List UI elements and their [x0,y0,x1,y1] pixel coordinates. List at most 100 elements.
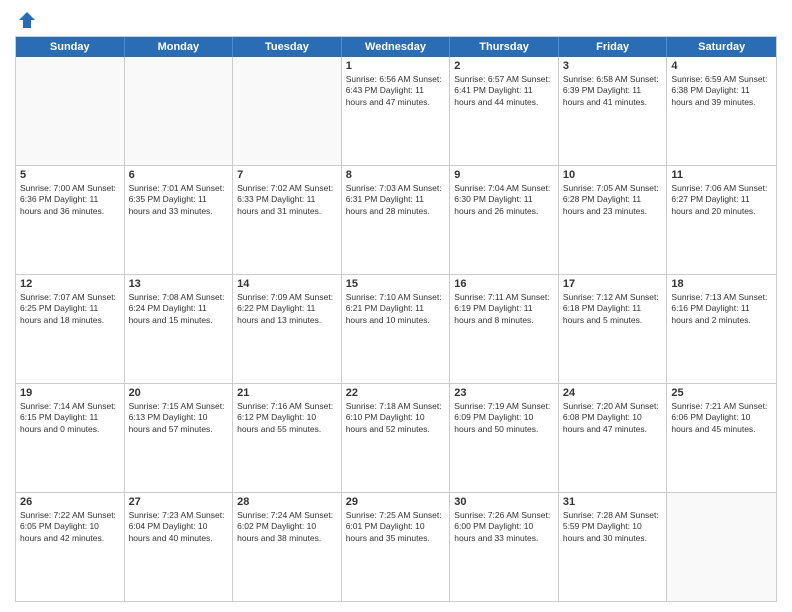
calendar-cell: 24 Sunrise: 7:20 AM Sunset: 6:08 PM Dayli… [559,384,668,492]
calendar-cell: 14 Sunrise: 7:09 AM Sunset: 6:22 PM Dayli… [233,275,342,383]
header [15,10,777,30]
calendar-row-1: 5 Sunrise: 7:00 AM Sunset: 6:36 PM Daylig… [16,166,776,275]
calendar-cell: 31Sunrise: 7:28 AM Sunset: 5:59 PM Dayli… [559,493,668,601]
day-number: 10 [563,169,663,181]
day-number: 29 [346,496,446,508]
day-number: 9 [454,169,554,181]
cell-text: Sunrise: 7:25 AM Sunset: 6:01 PM Dayligh… [346,510,446,544]
calendar-cell: 20 Sunrise: 7:15 AM Sunset: 6:13 PM Dayli… [125,384,234,492]
cell-text: Sunrise: 7:07 AM Sunset: 6:25 PM Dayligh… [20,292,120,326]
day-number: 23 [454,387,554,399]
cell-text: Sunrise: 7:24 AM Sunset: 6:02 PM Dayligh… [237,510,337,544]
day-number: 22 [346,387,446,399]
calendar-cell: 15Sunrise: 7:10 AM Sunset: 6:21 PM Dayli… [342,275,451,383]
cell-text: Sunrise: 7:16 AM Sunset: 6:12 PM Dayligh… [237,401,337,435]
calendar-cell [667,493,776,601]
cell-text: Sunrise: 7:13 AM Sunset: 6:16 PM Dayligh… [671,292,772,326]
cell-text: Sunrise: 6:58 AM Sunset: 6:39 PM Dayligh… [563,74,663,108]
header-cell-friday: Friday [559,37,668,57]
calendar-cell: 27 Sunrise: 7:23 AM Sunset: 6:04 PM Dayli… [125,493,234,601]
cell-text: Sunrise: 7:08 AM Sunset: 6:24 PM Dayligh… [129,292,229,326]
cell-text: Sunrise: 7:20 AM Sunset: 6:08 PM Dayligh… [563,401,663,435]
day-number: 26 [20,496,120,508]
day-number: 20 [129,387,229,399]
calendar-cell: 8 Sunrise: 7:03 AM Sunset: 6:31 PM Daylig… [342,166,451,274]
calendar-cell: 3 Sunrise: 6:58 AM Sunset: 6:39 PM Daylig… [559,57,668,165]
calendar-cell: 11Sunrise: 7:06 AM Sunset: 6:27 PM Dayli… [667,166,776,274]
day-number: 2 [454,60,554,72]
cell-text: Sunrise: 7:14 AM Sunset: 6:15 PM Dayligh… [20,401,120,435]
calendar-cell: 23 Sunrise: 7:19 AM Sunset: 6:09 PM Dayli… [450,384,559,492]
day-number: 27 [129,496,229,508]
day-number: 4 [671,60,772,72]
cell-text: Sunrise: 7:02 AM Sunset: 6:33 PM Dayligh… [237,183,337,217]
calendar-header-row: SundayMondayTuesdayWednesdayThursdayFrid… [16,37,776,57]
cell-text: Sunrise: 7:21 AM Sunset: 6:06 PM Dayligh… [671,401,772,435]
cell-text: Sunrise: 7:22 AM Sunset: 6:05 PM Dayligh… [20,510,120,544]
cell-text: Sunrise: 6:57 AM Sunset: 6:41 PM Dayligh… [454,74,554,108]
logo-icon [17,10,37,30]
calendar-body: 1 Sunrise: 6:56 AM Sunset: 6:43 PM Daylig… [16,57,776,601]
calendar-cell: 22 Sunrise: 7:18 AM Sunset: 6:10 PM Dayli… [342,384,451,492]
cell-text: Sunrise: 7:03 AM Sunset: 6:31 PM Dayligh… [346,183,446,217]
cell-text: Sunrise: 7:09 AM Sunset: 6:22 PM Dayligh… [237,292,337,326]
day-number: 16 [454,278,554,290]
header-cell-sunday: Sunday [16,37,125,57]
calendar-cell: 6 Sunrise: 7:01 AM Sunset: 6:35 PM Daylig… [125,166,234,274]
calendar-cell [125,57,234,165]
cell-text: Sunrise: 7:18 AM Sunset: 6:10 PM Dayligh… [346,401,446,435]
day-number: 25 [671,387,772,399]
calendar-cell: 18Sunrise: 7:13 AM Sunset: 6:16 PM Dayli… [667,275,776,383]
day-number: 15 [346,278,446,290]
day-number: 3 [563,60,663,72]
day-number: 6 [129,169,229,181]
day-number: 7 [237,169,337,181]
calendar-cell: 16 Sunrise: 7:11 AM Sunset: 6:19 PM Dayli… [450,275,559,383]
cell-text: Sunrise: 7:23 AM Sunset: 6:04 PM Dayligh… [129,510,229,544]
day-number: 12 [20,278,120,290]
day-number: 11 [671,169,772,181]
cell-text: Sunrise: 7:05 AM Sunset: 6:28 PM Dayligh… [563,183,663,217]
calendar-cell: 17Sunrise: 7:12 AM Sunset: 6:18 PM Dayli… [559,275,668,383]
calendar-row-2: 12 Sunrise: 7:07 AM Sunset: 6:25 PM Dayli… [16,275,776,384]
calendar-cell: 30Sunrise: 7:26 AM Sunset: 6:00 PM Dayli… [450,493,559,601]
header-cell-wednesday: Wednesday [342,37,451,57]
calendar-cell: 26 Sunrise: 7:22 AM Sunset: 6:05 PM Dayli… [16,493,125,601]
calendar-row-4: 26 Sunrise: 7:22 AM Sunset: 6:05 PM Dayli… [16,493,776,601]
day-number: 8 [346,169,446,181]
day-number: 1 [346,60,446,72]
cell-text: Sunrise: 7:01 AM Sunset: 6:35 PM Dayligh… [129,183,229,217]
cell-text: Sunrise: 6:56 AM Sunset: 6:43 PM Dayligh… [346,74,446,108]
day-number: 19 [20,387,120,399]
day-number: 5 [20,169,120,181]
calendar-cell: 29 Sunrise: 7:25 AM Sunset: 6:01 PM Dayli… [342,493,451,601]
calendar-cell: 4Sunrise: 6:59 AM Sunset: 6:38 PM Daylig… [667,57,776,165]
cell-text: Sunrise: 7:15 AM Sunset: 6:13 PM Dayligh… [129,401,229,435]
day-number: 24 [563,387,663,399]
cell-text: Sunrise: 7:11 AM Sunset: 6:19 PM Dayligh… [454,292,554,326]
calendar-cell: 9 Sunrise: 7:04 AM Sunset: 6:30 PM Daylig… [450,166,559,274]
calendar-cell: 7 Sunrise: 7:02 AM Sunset: 6:33 PM Daylig… [233,166,342,274]
day-number: 28 [237,496,337,508]
page: SundayMondayTuesdayWednesdayThursdayFrid… [0,0,792,612]
calendar-cell: 10 Sunrise: 7:05 AM Sunset: 6:28 PM Dayli… [559,166,668,274]
calendar-cell: 25 Sunrise: 7:21 AM Sunset: 6:06 PM Dayli… [667,384,776,492]
calendar-row-3: 19 Sunrise: 7:14 AM Sunset: 6:15 PM Dayli… [16,384,776,493]
day-number: 31 [563,496,663,508]
header-cell-monday: Monday [125,37,234,57]
day-number: 14 [237,278,337,290]
calendar-cell: 2 Sunrise: 6:57 AM Sunset: 6:41 PM Daylig… [450,57,559,165]
cell-text: Sunrise: 7:04 AM Sunset: 6:30 PM Dayligh… [454,183,554,217]
calendar-cell: 1 Sunrise: 6:56 AM Sunset: 6:43 PM Daylig… [342,57,451,165]
cell-text: Sunrise: 7:19 AM Sunset: 6:09 PM Dayligh… [454,401,554,435]
calendar-cell: 5 Sunrise: 7:00 AM Sunset: 6:36 PM Daylig… [16,166,125,274]
calendar-row-0: 1 Sunrise: 6:56 AM Sunset: 6:43 PM Daylig… [16,57,776,166]
day-number: 21 [237,387,337,399]
cell-text: Sunrise: 7:00 AM Sunset: 6:36 PM Dayligh… [20,183,120,217]
calendar-cell: 13Sunrise: 7:08 AM Sunset: 6:24 PM Dayli… [125,275,234,383]
logo [15,10,37,30]
calendar-cell: 21 Sunrise: 7:16 AM Sunset: 6:12 PM Dayli… [233,384,342,492]
calendar-cell: 19 Sunrise: 7:14 AM Sunset: 6:15 PM Dayli… [16,384,125,492]
day-number: 17 [563,278,663,290]
calendar: SundayMondayTuesdayWednesdayThursdayFrid… [15,36,777,602]
